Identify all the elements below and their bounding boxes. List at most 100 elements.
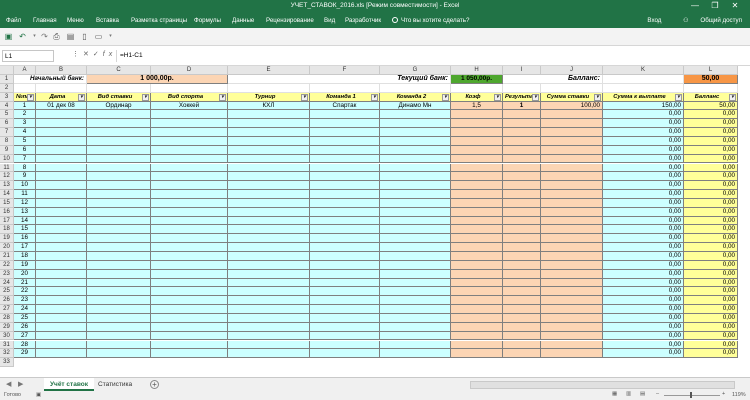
zero-value-cell[interactable]: 0,00	[684, 110, 738, 120]
empty-cell[interactable]	[87, 260, 151, 270]
undo-icon[interactable]: ↶	[18, 32, 27, 41]
empty-cell[interactable]	[151, 234, 228, 244]
zero-value-cell[interactable]: 0,00	[603, 172, 684, 182]
empty-cell[interactable]	[541, 198, 603, 208]
row-header[interactable]: 1	[0, 75, 14, 84]
empty-cell[interactable]	[541, 287, 603, 297]
zero-value-cell[interactable]: 0,00	[603, 216, 684, 226]
empty-cell[interactable]	[36, 287, 87, 297]
zero-value-cell[interactable]: 0,00	[684, 154, 738, 164]
empty-cell[interactable]	[87, 349, 151, 359]
empty-cell[interactable]	[541, 190, 603, 199]
column-title[interactable]: Турнир ▾	[228, 92, 310, 102]
empty-cell[interactable]	[503, 198, 541, 208]
empty-cell[interactable]	[310, 225, 380, 235]
empty-cell[interactable]	[228, 198, 310, 208]
zoom-out-icon[interactable]: –	[656, 391, 659, 397]
empty-cell[interactable]	[87, 278, 151, 288]
tab-file[interactable]: Файл	[3, 14, 24, 28]
row-header[interactable]: 20	[0, 243, 14, 252]
cancel-icon[interactable]: ✕	[83, 51, 93, 58]
share-button[interactable]: ⚇ Общий доступ	[673, 17, 742, 24]
row-header[interactable]: 33	[0, 358, 14, 368]
empty-cell[interactable]	[503, 207, 541, 217]
zero-value-cell[interactable]: 0,00	[684, 313, 738, 323]
empty-cell[interactable]	[87, 252, 151, 261]
row-number-cell[interactable]: 20	[14, 269, 36, 279]
zero-value-cell[interactable]: 0,00	[684, 225, 738, 235]
zero-value-cell[interactable]: 0,00	[603, 322, 684, 332]
filter-dropdown-icon[interactable]: ▾	[675, 93, 682, 101]
empty-cell[interactable]	[87, 207, 151, 217]
zero-value-cell[interactable]: 0,00	[684, 349, 738, 359]
row-header[interactable]: 27	[0, 305, 14, 314]
row-header[interactable]: 12	[0, 172, 14, 182]
empty-cell[interactable]	[541, 154, 603, 164]
empty-cell[interactable]	[541, 296, 603, 306]
row-header[interactable]: 25	[0, 287, 14, 297]
zero-value-cell[interactable]: 0,00	[603, 110, 684, 120]
empty-cell[interactable]	[228, 207, 310, 217]
zero-value-cell[interactable]: 0,00	[684, 305, 738, 314]
blank-cell[interactable]	[541, 83, 603, 93]
blank-cell[interactable]	[603, 75, 684, 84]
row-header[interactable]: 22	[0, 260, 14, 270]
empty-cell[interactable]	[151, 322, 228, 332]
data-cell-coef[interactable]: 1,5	[451, 101, 503, 111]
empty-cell[interactable]	[451, 278, 503, 288]
empty-cell[interactable]	[503, 269, 541, 279]
empty-cell[interactable]	[310, 313, 380, 323]
row-number-cell[interactable]: 26	[14, 322, 36, 332]
empty-cell[interactable]	[451, 119, 503, 129]
empty-cell[interactable]	[380, 225, 451, 235]
empty-cell[interactable]	[87, 216, 151, 226]
row-number-cell[interactable]: 25	[14, 313, 36, 323]
empty-cell[interactable]	[228, 340, 310, 350]
empty-cell[interactable]	[503, 322, 541, 332]
empty-cell[interactable]	[541, 278, 603, 288]
empty-cell[interactable]	[87, 154, 151, 164]
empty-cell[interactable]	[451, 331, 503, 341]
data-cell-n[interactable]: 1	[14, 101, 36, 111]
row-number-cell[interactable]: 5	[14, 136, 36, 146]
blank-cell[interactable]	[36, 83, 87, 93]
empty-cell[interactable]	[541, 313, 603, 323]
print-preview-icon[interactable]: ⎙	[52, 32, 61, 41]
tab-review[interactable]: Рецензирование	[263, 14, 317, 28]
horizontal-scrollbar[interactable]	[470, 381, 735, 389]
empty-cell[interactable]	[541, 349, 603, 359]
sign-in-link[interactable]: Вход	[647, 17, 661, 24]
column-header-b[interactable]: B	[36, 66, 87, 75]
add-sheet-icon[interactable]: +	[150, 380, 159, 389]
row-number-cell[interactable]: 28	[14, 340, 36, 350]
empty-cell[interactable]	[310, 234, 380, 244]
empty-cell[interactable]	[310, 260, 380, 270]
empty-cell[interactable]	[541, 305, 603, 314]
row-header[interactable]: 19	[0, 234, 14, 244]
empty-cell[interactable]	[87, 110, 151, 120]
empty-cell[interactable]	[87, 340, 151, 350]
row-header[interactable]: 29	[0, 322, 14, 332]
row-number-cell[interactable]: 27	[14, 331, 36, 341]
empty-cell[interactable]	[151, 287, 228, 297]
empty-cell[interactable]	[228, 225, 310, 235]
empty-cell[interactable]	[151, 260, 228, 270]
empty-cell[interactable]	[380, 154, 451, 164]
empty-cell[interactable]	[151, 216, 228, 226]
zero-value-cell[interactable]: 0,00	[684, 287, 738, 297]
empty-cell[interactable]	[380, 331, 451, 341]
empty-cell[interactable]	[151, 243, 228, 252]
data-cell-balance[interactable]: 50,00	[684, 101, 738, 111]
row-number-cell[interactable]: 15	[14, 225, 36, 235]
column-title[interactable]: Сумма к выплате ▾	[603, 92, 684, 102]
empty-cell[interactable]	[451, 128, 503, 137]
row-header[interactable]: 26	[0, 296, 14, 306]
zero-value-cell[interactable]: 0,00	[603, 225, 684, 235]
confirm-icon[interactable]: ✓	[93, 51, 103, 58]
select-all-corner[interactable]	[0, 66, 14, 75]
empty-cell[interactable]	[503, 190, 541, 199]
row-header[interactable]: 10	[0, 154, 14, 164]
empty-cell[interactable]	[503, 234, 541, 244]
empty-cell[interactable]	[36, 322, 87, 332]
empty-cell[interactable]	[503, 172, 541, 182]
